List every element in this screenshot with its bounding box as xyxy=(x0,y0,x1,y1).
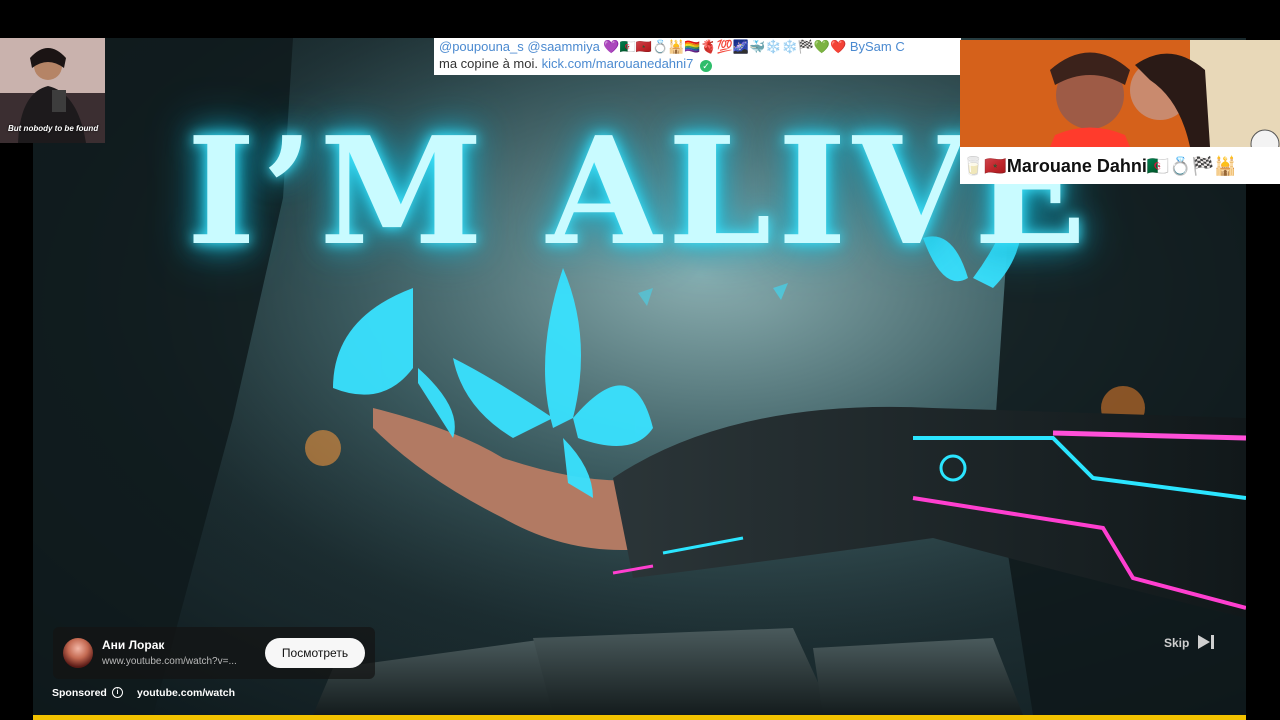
ad-advertiser-card[interactable]: Ани Лорак www.youtube.com/watch?v=... По… xyxy=(53,627,375,679)
skip-next-icon xyxy=(1198,635,1214,649)
thumbnail-caption: But nobody to be found xyxy=(8,124,99,133)
streamer-thumbnail-left: But nobody to be found xyxy=(0,38,105,143)
advertiser-name[interactable]: Ани Лорак xyxy=(102,638,164,652)
advertiser-url[interactable]: www.youtube.com/watch?v=... xyxy=(102,656,252,667)
streamer-thumbnail-right xyxy=(960,40,1280,147)
skip-label: Skip xyxy=(1164,636,1190,650)
comment-line-2: ma copine à moi. kick.com/marouanedahni7… xyxy=(439,56,712,72)
sponsor-url-link[interactable]: youtube.com/watch xyxy=(137,687,235,699)
streamer-name: 🥛🇲🇦Marouane Dahni🇩🇿💍🏁🕌 xyxy=(962,156,1237,176)
check-circle-icon: ✓ xyxy=(700,60,712,72)
info-icon[interactable]: i xyxy=(112,687,123,698)
sponsored-label: Sponsored xyxy=(52,687,107,699)
screen: I’M ALIVE Ани Лорак www.youtube.com/watc… xyxy=(0,0,1280,720)
couple-photo xyxy=(960,40,1280,147)
chat-comment-box: @poupouna_s @saammiya 💜🇩🇿🇲🇦💍🕌🏳‍🌈🫀💯🌌🐳❄️❄️… xyxy=(434,38,961,75)
kick-channel-link[interactable]: kick.com/marouanedahni7 xyxy=(542,56,694,71)
comment-line-1: @poupouna_s @saammiya 💜🇩🇿🇲🇦💍🕌🏳‍🌈🫀💯🌌🐳❄️❄️… xyxy=(439,39,905,54)
skip-ad-button[interactable]: Skip xyxy=(1164,633,1216,653)
advertiser-avatar[interactable] xyxy=(63,638,93,668)
comment-text: ma copine à moi. xyxy=(439,56,538,71)
streamer-name-bar: 🥛🇲🇦Marouane Dahni🇩🇿💍🏁🕌 xyxy=(960,147,1280,184)
ad-progress-bar xyxy=(33,715,1246,720)
watch-cta-button[interactable]: Посмотреть xyxy=(265,638,365,668)
